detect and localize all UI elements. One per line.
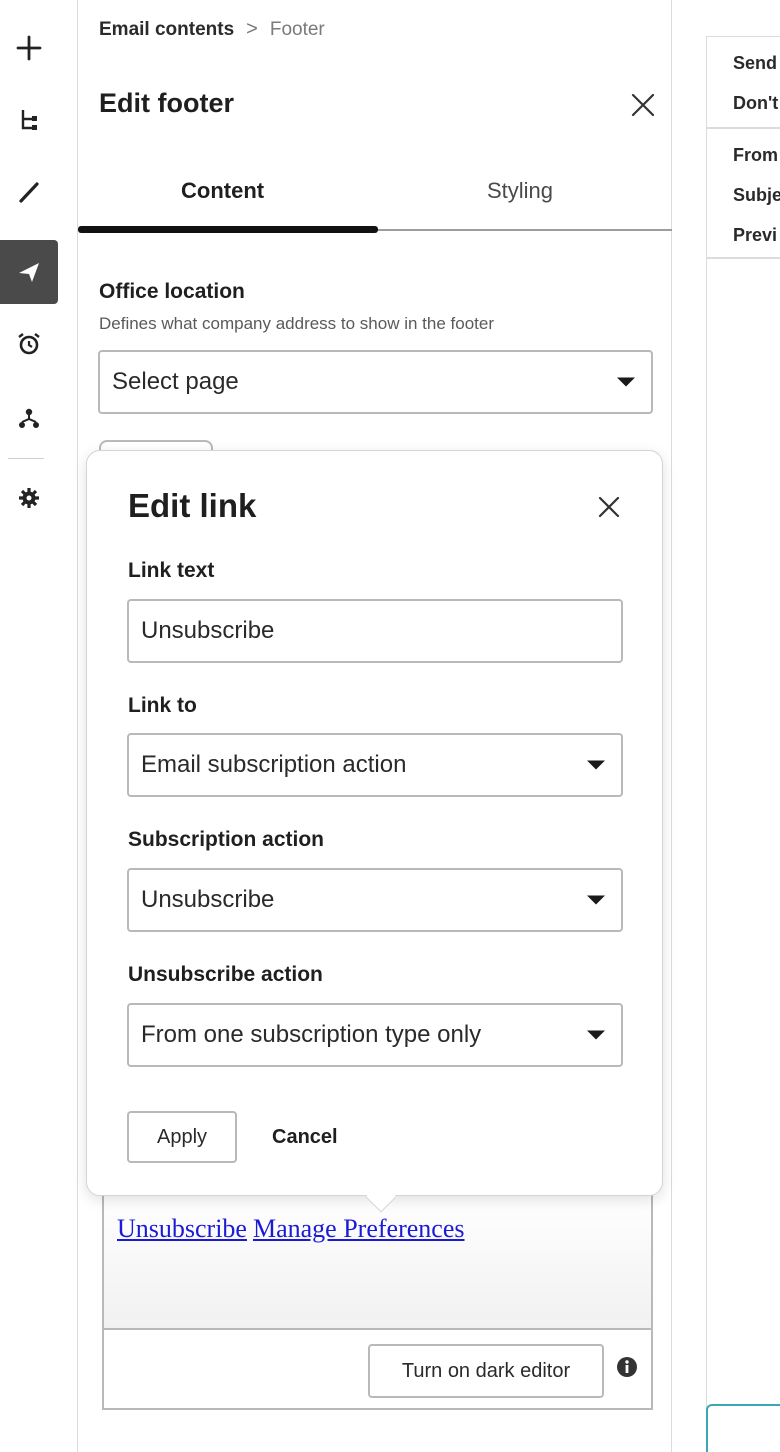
office-location-label: Office location [99, 280, 245, 303]
unsubscribe-link[interactable]: Unsubscribe [117, 1214, 247, 1243]
alarm-icon[interactable] [0, 312, 58, 376]
network-icon[interactable] [0, 386, 58, 450]
breadcrumb-separator: > [246, 18, 258, 40]
preview-divider-2 [707, 257, 780, 259]
subscription-action-select[interactable]: Unsubscribe [127, 868, 623, 932]
email-preview-panel: Send Don't From Subje Previ [706, 36, 780, 1416]
gear-icon[interactable] [0, 466, 58, 530]
close-icon[interactable] [626, 88, 660, 122]
link-text-label: Link text [128, 559, 215, 582]
link-to-label: Link to [128, 694, 197, 717]
subscription-action-value: Unsubscribe [141, 886, 275, 913]
chevron-down-icon [587, 1030, 605, 1040]
unsubscribe-action-value: From one subscription type only [141, 1021, 482, 1048]
edit-link-title: Edit link [128, 487, 257, 524]
office-location-value: Select page [112, 368, 239, 395]
breadcrumb-email-contents[interactable]: Email contents [99, 19, 234, 41]
link-text-input[interactable] [127, 599, 623, 663]
app-root: Email contents > Footer Edit footer Cont… [0, 0, 780, 1452]
preview-from-text: From [733, 145, 778, 165]
dark-editor-button[interactable]: Turn on dark editor [368, 1344, 604, 1398]
unsubscribe-action-label: Unsubscribe action [128, 963, 323, 986]
preview-dont-text: Don't [733, 93, 779, 113]
chevron-down-icon [617, 377, 635, 387]
send-icon[interactable] [0, 240, 58, 304]
tab-bar: Content Styling [78, 150, 672, 232]
preview-focus-box[interactable] [706, 1404, 780, 1452]
preview-send-text: Send [733, 53, 778, 73]
chevron-down-icon [587, 760, 605, 770]
left-icon-rail [0, 0, 78, 1452]
chevron-down-icon [587, 895, 605, 905]
link-to-value: Email subscription action [141, 751, 407, 778]
apply-button[interactable]: Apply [127, 1111, 237, 1163]
edit-link-popup: Edit link Link text Link to Email subscr… [86, 450, 663, 1213]
panel-title: Edit footer [99, 88, 234, 118]
plus-icon[interactable] [0, 16, 58, 80]
footer-links: Unsubscribe Manage Preferences [117, 1214, 470, 1244]
tab-active-indicator [78, 226, 378, 233]
preview-preview-text: Previ [733, 225, 778, 245]
footer-editor: Unsubscribe Manage Preferences Turn on da… [102, 1190, 653, 1410]
close-icon[interactable] [593, 491, 625, 523]
preview-divider [707, 127, 780, 129]
footer-editor-content[interactable]: Unsubscribe Manage Preferences [104, 1192, 651, 1330]
preview-subject-text: Subje [733, 185, 780, 205]
tab-content[interactable]: Content [181, 178, 264, 204]
office-location-select[interactable]: Select page [98, 350, 653, 414]
unsubscribe-action-select[interactable]: From one subscription type only [127, 1003, 623, 1067]
tab-styling[interactable]: Styling [487, 178, 553, 204]
manage-preferences-link[interactable]: Manage Preferences [253, 1214, 465, 1243]
breadcrumb: Email contents > Footer [99, 18, 325, 41]
cancel-button[interactable]: Cancel [272, 1126, 338, 1149]
office-location-help: Defines what company address to show in … [99, 314, 494, 333]
pen-icon[interactable] [0, 160, 58, 224]
info-icon[interactable] [616, 1356, 638, 1378]
rail-divider [8, 458, 44, 459]
link-to-select[interactable]: Email subscription action [127, 733, 623, 797]
tree-icon[interactable] [0, 88, 58, 152]
subscription-action-label: Subscription action [128, 828, 325, 851]
breadcrumb-footer: Footer [269, 18, 325, 40]
